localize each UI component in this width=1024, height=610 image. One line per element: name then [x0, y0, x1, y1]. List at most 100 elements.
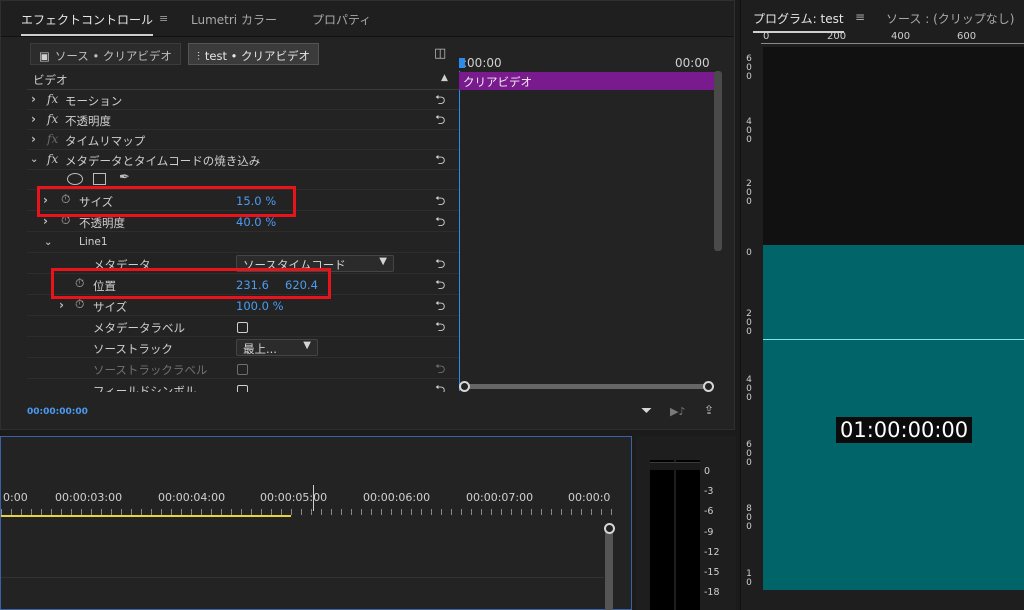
reset-icon[interactable]: ⮌ — [435, 381, 445, 392]
highlight-box-size — [37, 186, 296, 217]
filter-icon[interactable]: ⏷ — [641, 403, 652, 419]
effect-property-list: ビデオ ▲ › fx モーション ⮌ › fx 不透明度 ⮌ › fx タイムリ… — [27, 70, 459, 392]
property-row-metadata-label[interactable]: メタデータラベル ⮌ — [27, 317, 459, 337]
source-track-label-checkbox — [237, 364, 248, 375]
reset-icon[interactable]: ⮌ — [435, 318, 445, 340]
tab-menu-icon[interactable]: ≡ — [159, 12, 168, 25]
ruler-time-label: 00:00:0 — [568, 491, 611, 504]
fx-icon: fx — [47, 132, 59, 146]
burnin-timecode: 01:00:00:00 — [836, 417, 973, 443]
ruler-v-digit: 0 — [746, 522, 752, 532]
timeline-scroll-handle[interactable] — [604, 523, 615, 534]
fx-icon[interactable]: fx — [47, 152, 58, 166]
playhead-marker[interactable] — [459, 58, 465, 68]
property-label: 不透明度 — [79, 216, 125, 230]
meter-scale-label: -15 — [704, 567, 720, 578]
reset-icon[interactable]: ⮌ — [435, 255, 445, 277]
playhead-line — [459, 71, 460, 391]
ruler-v-digit: 0 — [746, 393, 752, 403]
source-clip-label: ソース • クリアビデオ — [54, 49, 172, 63]
chevron-right-icon[interactable]: › — [31, 92, 36, 106]
zoom-scrollbar[interactable] — [465, 384, 709, 389]
track-divider — [1, 577, 604, 578]
meter-scale-label: -3 — [704, 486, 714, 497]
ruler-start-label: :00:00 — [463, 56, 502, 70]
property-row-size2[interactable]: › ⏱ サイズ 100.0 % ⮌ — [27, 296, 459, 316]
chevron-down-icon: ▼ — [303, 340, 311, 351]
property-row-field-symbol[interactable]: フィールドシンボル ⮌ — [27, 380, 459, 392]
vertical-scrollbar[interactable] — [714, 71, 722, 251]
tab-lumetri[interactable]: Lumetri カラー — [191, 11, 277, 28]
clip-icon: ▣ — [39, 49, 50, 63]
effect-row-burnin[interactable]: ⌄ fx メタデータとタイムコードの焼き込み ⮌ — [27, 150, 459, 170]
pen-mask-icon[interactable]: ✒ — [119, 170, 130, 185]
source-track-dropdown[interactable]: 最上... ▼ — [236, 339, 318, 356]
group-row-line1[interactable]: ⌄ Line1 — [27, 233, 459, 253]
ruler-h-label: 400 — [891, 31, 911, 42]
ruler-time-label: 00:00:05:00 — [260, 491, 328, 504]
opacity-value[interactable]: 40.0 % — [236, 215, 276, 229]
tab-properties[interactable]: プロパティ — [312, 11, 371, 28]
reset-icon[interactable]: ⮌ — [435, 213, 445, 235]
timeline-playhead[interactable] — [313, 485, 314, 511]
reset-icon[interactable]: ⮌ — [435, 297, 445, 319]
chevron-right-icon[interactable]: › — [59, 298, 64, 312]
effect-name: 不透明度 — [65, 114, 111, 128]
source-clip-tab[interactable]: ▣ ソース • クリアビデオ — [30, 43, 181, 65]
section-label: ビデオ — [33, 73, 68, 87]
zoom-handle-right[interactable] — [703, 381, 714, 392]
collapse-icon[interactable]: ▲ — [441, 73, 448, 83]
property-row-source-track[interactable]: ソーストラック 最上... ▼ — [27, 338, 459, 358]
chevron-down-icon[interactable]: ⌄ — [30, 154, 38, 165]
effect-name: モーション — [65, 94, 123, 108]
work-area-bar[interactable] — [1, 515, 291, 517]
meter-scale-label: -12 — [704, 547, 720, 558]
property-row-source-track-label: ソーストラックラベル ⮌ — [27, 359, 459, 379]
ruler-baseline — [761, 43, 1024, 44]
chevron-right-icon[interactable]: › — [31, 132, 36, 146]
sequence-clip-icon: ⫶ — [197, 49, 200, 63]
highlight-box-position — [51, 268, 331, 299]
meter-scale-label: 0 — [704, 466, 711, 477]
reset-icon[interactable]: ⮌ — [435, 192, 445, 214]
guide-line — [763, 339, 1024, 340]
fx-icon[interactable]: fx — [47, 92, 58, 106]
chevron-right-icon[interactable]: › — [31, 112, 36, 126]
ruler-v-digit: 0 — [746, 458, 752, 468]
field-symbol-checkbox[interactable] — [237, 385, 248, 392]
property-label: メタデータラベル — [93, 321, 185, 335]
rectangle-mask-icon[interactable] — [93, 173, 106, 185]
chevron-down-icon[interactable]: ⌄ — [44, 237, 52, 248]
export-icon[interactable]: ⇪ — [704, 403, 714, 417]
property-label: フィールドシンボル — [93, 384, 197, 392]
ruler-v-digit: 0 — [746, 72, 752, 82]
ruler-h-label: 600 — [957, 31, 977, 42]
meter-scale-label: -9 — [704, 527, 714, 538]
ellipse-mask-icon[interactable] — [67, 173, 83, 185]
current-timecode[interactable]: 00:00:00:00 — [27, 407, 88, 417]
reset-icon[interactable]: ⮌ — [435, 276, 445, 298]
play-audio-icon[interactable]: ▶♪ — [670, 405, 685, 418]
size2-value[interactable]: 100.0 % — [236, 299, 284, 313]
show-timeline-icon[interactable]: ◫ — [434, 46, 446, 61]
effect-timeline-view: :00:00 00:00 クリアビデオ — [459, 51, 722, 392]
clip-bar[interactable]: クリアビデオ — [459, 72, 715, 90]
timeline-scrollbar[interactable] — [605, 529, 613, 610]
effect-row-time-remap[interactable]: › fx タイムリマップ — [27, 130, 459, 150]
timeline-panel: 0:00 00:00:03:00 00:00:04:00 00:00:05:00… — [0, 436, 632, 610]
fx-icon[interactable]: fx — [47, 112, 58, 126]
program-monitor-tab[interactable]: プログラム: test — [753, 10, 844, 33]
program-canvas-video[interactable]: 01:00:00:00 — [763, 245, 1024, 590]
ruler-v-digit: 0 — [746, 197, 752, 207]
effect-row-motion[interactable]: › fx モーション ⮌ — [27, 90, 459, 110]
property-label: ソーストラック — [93, 342, 173, 356]
source-monitor-tab[interactable]: ソース : (クリップなし) — [886, 10, 1014, 27]
program-menu-icon[interactable]: ≡ — [855, 10, 865, 24]
vertical-ruler: 6 0 0 4 0 0 2 0 0 0 2 0 0 4 0 0 6 0 0 8 … — [741, 45, 761, 610]
metadata-label-checkbox[interactable] — [237, 322, 248, 333]
tab-effect-controls[interactable]: エフェクトコントロール — [21, 11, 154, 36]
stopwatch-icon[interactable]: ⏱ — [75, 297, 84, 312]
zoom-handle-left[interactable] — [459, 381, 470, 392]
sequence-clip-tab[interactable]: ⫶ test • クリアビデオ — [188, 43, 320, 65]
effect-row-opacity[interactable]: › fx 不透明度 ⮌ — [27, 110, 459, 130]
